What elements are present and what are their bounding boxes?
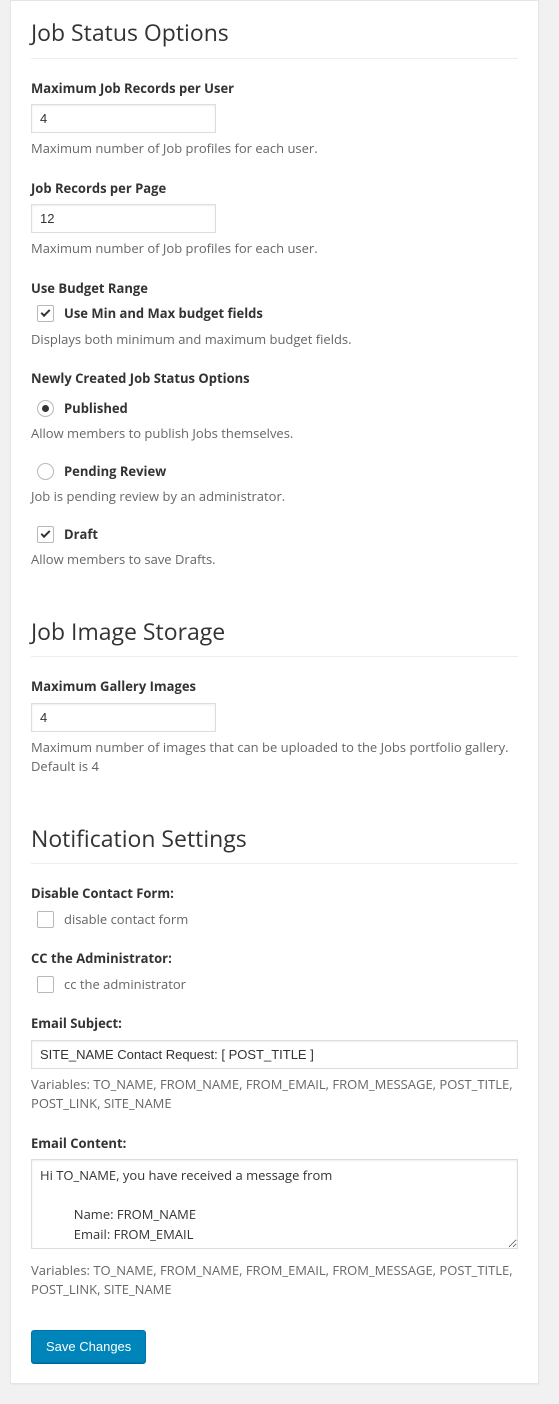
- radio-pending[interactable]: [37, 463, 54, 480]
- input-email-subject[interactable]: [31, 1040, 518, 1069]
- label-disable-contact: Disable Contact Form:: [31, 884, 518, 904]
- label-cc-admin: CC the Administrator:: [31, 949, 518, 969]
- label-new-status: Newly Created Job Status Options: [31, 369, 518, 389]
- checkbox-cc-admin[interactable]: [37, 976, 54, 993]
- label-max-records: Maximum Job Records per User: [31, 79, 518, 99]
- desc-published: Allow members to publish Jobs themselves…: [31, 424, 518, 444]
- input-max-gallery[interactable]: [31, 703, 216, 732]
- section-title-notifications: Notification Settings: [31, 807, 518, 865]
- save-changes-button[interactable]: Save Changes: [31, 1330, 146, 1363]
- option-label-pending: Pending Review: [64, 462, 166, 482]
- desc-per-page: Maximum number of Job profiles for each …: [31, 239, 518, 259]
- input-per-page[interactable]: [31, 204, 216, 233]
- option-label-use-min-max: Use Min and Max budget fields: [64, 304, 263, 324]
- label-budget-range: Use Budget Range: [31, 279, 518, 299]
- field-email-content: Email Content: Variables: TO_NAME, FROM_…: [31, 1134, 518, 1300]
- section-title-job-status: Job Status Options: [31, 1, 518, 59]
- desc-email-content: Variables: TO_NAME, FROM_NAME, FROM_EMAI…: [31, 1261, 518, 1300]
- field-per-page: Job Records per Page Maximum number of J…: [31, 179, 518, 259]
- field-max-gallery: Maximum Gallery Images Maximum number of…: [31, 677, 518, 777]
- section-title-image-storage: Job Image Storage: [31, 600, 518, 658]
- checkbox-use-min-max[interactable]: [37, 305, 54, 322]
- desc-pending: Job is pending review by an administrato…: [31, 487, 518, 507]
- label-email-subject: Email Subject:: [31, 1014, 518, 1034]
- desc-budget-range: Displays both minimum and maximum budget…: [31, 330, 518, 350]
- option-label-disable-contact: disable contact form: [64, 910, 188, 930]
- option-label-published: Published: [64, 399, 128, 419]
- desc-max-gallery: Maximum number of images that can be upl…: [31, 738, 518, 777]
- input-max-records[interactable]: [31, 104, 216, 133]
- field-max-records: Maximum Job Records per User Maximum num…: [31, 79, 518, 159]
- label-per-page: Job Records per Page: [31, 179, 518, 199]
- option-label-draft: Draft: [64, 525, 98, 545]
- radio-published[interactable]: [37, 400, 54, 417]
- desc-max-records: Maximum number of Job profiles for each …: [31, 139, 518, 159]
- textarea-email-content[interactable]: [31, 1159, 518, 1249]
- field-email-subject: Email Subject: Variables: TO_NAME, FROM_…: [31, 1014, 518, 1114]
- field-budget-range: Use Budget Range Use Min and Max budget …: [31, 279, 518, 350]
- desc-email-subject: Variables: TO_NAME, FROM_NAME, FROM_EMAI…: [31, 1075, 518, 1114]
- desc-draft: Allow members to save Drafts.: [31, 550, 518, 570]
- field-cc-admin: CC the Administrator: cc the administrat…: [31, 949, 518, 994]
- field-disable-contact: Disable Contact Form: disable contact fo…: [31, 884, 518, 929]
- label-max-gallery: Maximum Gallery Images: [31, 677, 518, 697]
- checkbox-disable-contact[interactable]: [37, 911, 54, 928]
- option-label-cc-admin: cc the administrator: [64, 975, 186, 995]
- checkbox-draft[interactable]: [37, 526, 54, 543]
- field-new-status: Newly Created Job Status Options Publish…: [31, 369, 518, 570]
- label-email-content: Email Content:: [31, 1134, 518, 1154]
